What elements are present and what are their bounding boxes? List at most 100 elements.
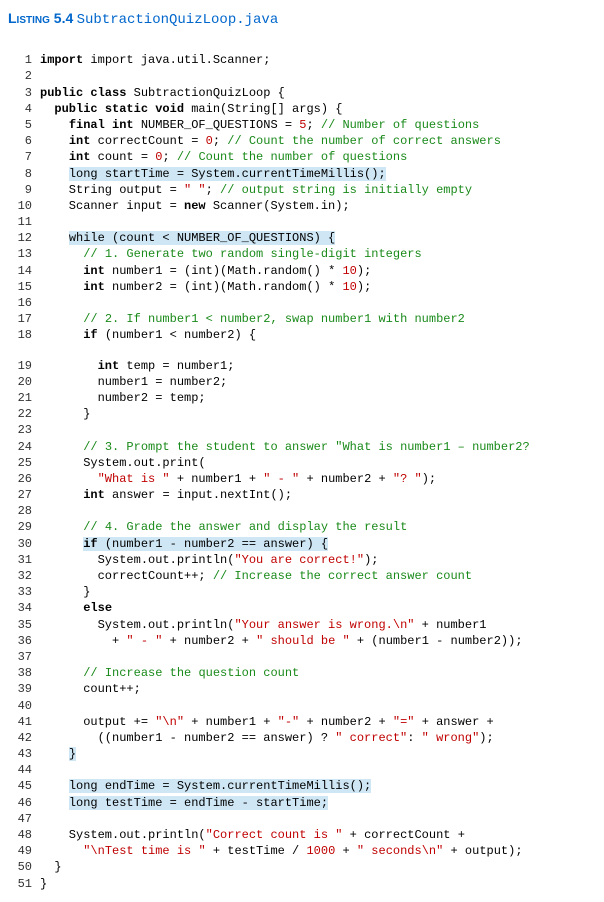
code-text: +: [112, 634, 126, 648]
str: "You are correct!": [234, 553, 364, 567]
code-text: Scanner(System.in);: [206, 199, 350, 213]
comment: // Count the number of correct answers: [227, 134, 501, 148]
line-number: 40: [8, 698, 32, 714]
num: 0: [206, 134, 213, 148]
line-number: 4: [8, 101, 32, 117]
str: " correct": [335, 731, 407, 745]
code-text: count++;: [83, 682, 141, 696]
num: 10: [342, 280, 356, 294]
listing-header: Listing 5.4 SubtractionQuizLoop.java: [8, 10, 596, 28]
comment: // 2. If number1 < number2, swap number1…: [83, 312, 465, 326]
line-number: 51: [8, 876, 32, 892]
line-number: 39: [8, 681, 32, 697]
line-number: 12: [8, 230, 32, 246]
code-text: ((number1 - number2 == answer) ?: [98, 731, 336, 745]
line-number: 11: [8, 214, 32, 230]
code-text: ;: [206, 183, 220, 197]
line-number: 25: [8, 455, 32, 471]
line-number: 19: [8, 358, 32, 374]
comment: // 1. Generate two random single-digit i…: [83, 247, 421, 261]
code-text: );: [422, 472, 436, 486]
str: "\n": [155, 715, 184, 729]
code-text: import java.util.Scanner;: [90, 53, 270, 67]
line-number: 29: [8, 519, 32, 535]
line-number: 26: [8, 471, 32, 487]
code-text: + number2 +: [299, 472, 393, 486]
code-text: ;: [213, 134, 227, 148]
highlight: }: [69, 747, 76, 761]
highlight: if (number1 - number2 == answer) {: [83, 537, 328, 551]
line-number: 42: [8, 730, 32, 746]
str: " - ": [263, 472, 299, 486]
line-number: 1: [8, 52, 32, 68]
str: " ": [184, 183, 206, 197]
code-text: );: [479, 731, 493, 745]
comment: // 4. Grade the answer and display the r…: [83, 520, 407, 534]
line-number: 22: [8, 406, 32, 422]
code-text: + correctCount +: [342, 828, 464, 842]
highlight: long endTime = System.currentTimeMillis(…: [69, 779, 371, 793]
code-text: }: [40, 877, 47, 891]
line-number: 31: [8, 552, 32, 568]
line-number: 44: [8, 762, 32, 778]
line-number: 18: [8, 327, 32, 343]
line-number: 37: [8, 649, 32, 665]
code-text: +: [335, 844, 357, 858]
code-text: }: [83, 585, 90, 599]
str: "\nTest time is ": [83, 844, 205, 858]
line-number: 49: [8, 843, 32, 859]
line-number: 50: [8, 859, 32, 875]
line-number: 5: [8, 117, 32, 133]
line-number: 20: [8, 374, 32, 390]
str: "? ": [393, 472, 422, 486]
kw: if: [83, 328, 97, 342]
listing-file: SubtractionQuizLoop.java: [77, 12, 279, 28]
line-number: 41: [8, 714, 32, 730]
line-number: 10: [8, 198, 32, 214]
code-text: + output);: [443, 844, 522, 858]
code-text: + number1: [414, 618, 486, 632]
str: " - ": [126, 634, 162, 648]
str: " wrong": [422, 731, 480, 745]
code-text: ;: [162, 150, 176, 164]
code-text: + number1 +: [184, 715, 278, 729]
comment: // Number of questions: [321, 118, 479, 132]
line-number: 30: [8, 536, 32, 552]
line-number: 9: [8, 182, 32, 198]
code-text: (number1 - number2 == answer) {: [98, 537, 328, 551]
listing-label: Listing 5.4: [8, 10, 73, 26]
line-number: 45: [8, 778, 32, 794]
line-number: 8: [8, 166, 32, 182]
code-text: + number2 +: [162, 634, 256, 648]
code-text: number2 = temp;: [98, 391, 206, 405]
code-text: + (number1 - number2));: [350, 634, 523, 648]
str: " should be ": [256, 634, 350, 648]
line-number: 27: [8, 487, 32, 503]
code-block: 1import import java.util.Scanner; 2 3pub…: [8, 36, 596, 892]
line-number: 16: [8, 295, 32, 311]
str: "=": [393, 715, 415, 729]
code-text: + testTime /: [206, 844, 307, 858]
line-number: 21: [8, 390, 32, 406]
code-text: }: [83, 407, 90, 421]
line-number: 23: [8, 422, 32, 438]
code-text: + answer +: [415, 715, 494, 729]
code-text: + number1 +: [170, 472, 264, 486]
num: 10: [342, 264, 356, 278]
line-number: 17: [8, 311, 32, 327]
comment: // 3. Prompt the student to answer "What…: [83, 440, 529, 454]
code-text: );: [357, 264, 371, 278]
line-number: 6: [8, 133, 32, 149]
comment: // Increase the correct answer count: [213, 569, 472, 583]
str: "Correct count is ": [206, 828, 343, 842]
line-number: 13: [8, 246, 32, 262]
line-number: 34: [8, 600, 32, 616]
str: " seconds\n": [357, 844, 443, 858]
highlight: long startTime = System.currentTimeMilli…: [69, 167, 386, 181]
code-text: }: [54, 860, 61, 874]
code-text: number1 = number2;: [98, 375, 228, 389]
str: "-": [278, 715, 300, 729]
line-number: 36: [8, 633, 32, 649]
code-text: );: [364, 553, 378, 567]
highlight: long testTime = endTime - startTime;: [69, 796, 328, 810]
